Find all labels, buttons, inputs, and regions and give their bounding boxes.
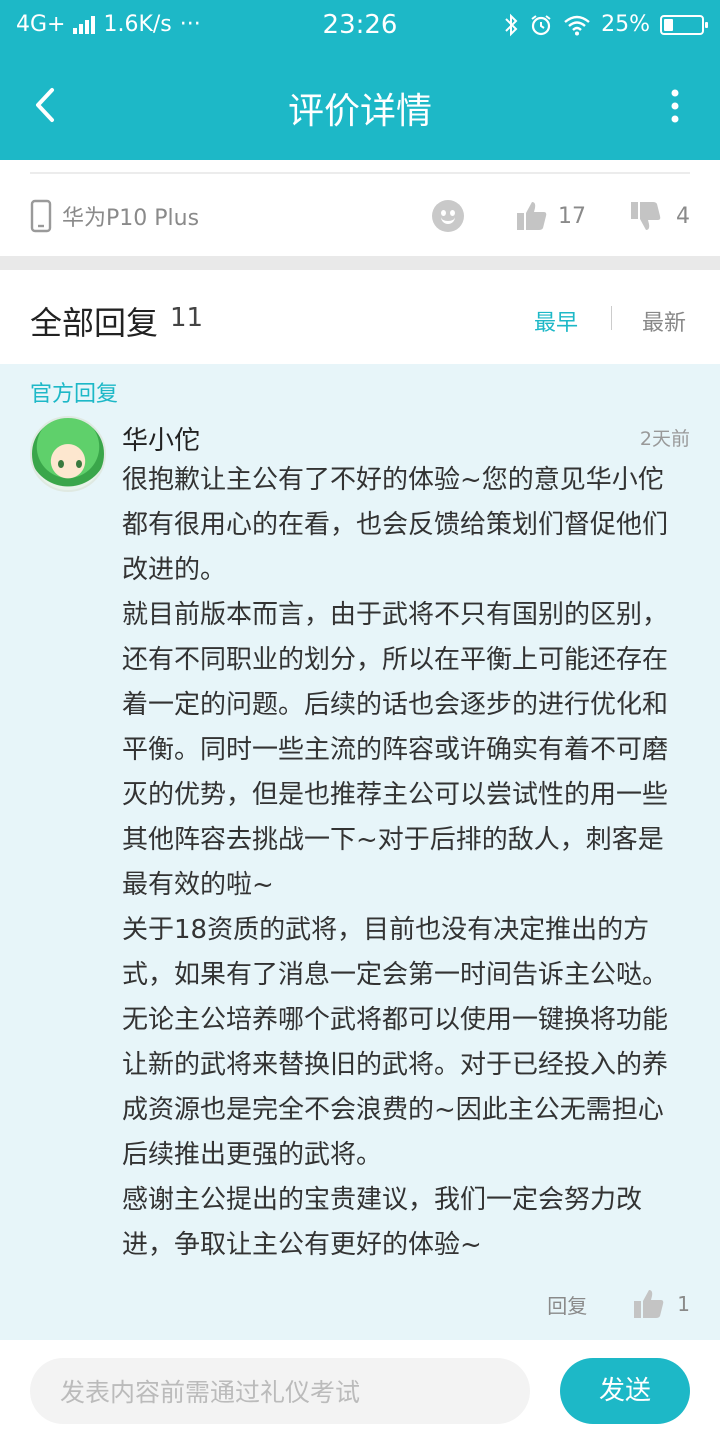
reply-button[interactable]: 回复 (547, 1290, 587, 1319)
official-reply: 官方回复 华小佗 2天前 很抱歉让主公有了不好的体验~您的意见华小佗都有很用心的… (0, 364, 720, 1340)
phone-icon (30, 199, 52, 233)
page-title: 评价详情 (287, 91, 432, 132)
device-name: 华为P10 Plus (62, 206, 200, 231)
comment-input[interactable]: 发表内容前需通过礼仪考试 (30, 1358, 530, 1424)
reply-like-button[interactable]: 1 (633, 1288, 690, 1320)
divider (30, 172, 690, 174)
composer-bar: 发表内容前需通过礼仪考试 发送 (0, 1340, 720, 1440)
send-button[interactable]: 发送 (560, 1358, 690, 1424)
replies-header: 全部回复 11 最早 最新 (0, 270, 720, 364)
bluetooth-icon (505, 13, 518, 36)
reply-actions: 回复 1 (547, 1288, 690, 1320)
sort-divider (611, 306, 612, 330)
thumbs-down-icon (631, 202, 661, 230)
reaction-group: 17 4 (432, 200, 690, 232)
section-gap (0, 256, 720, 270)
thumbs-up-icon (517, 202, 547, 230)
replies-count: 11 (170, 303, 204, 333)
reply-body: 很抱歉让主公有了不好的体验~您的意见华小佗都有很用心的在看，也会反馈给策划们督促… (122, 458, 688, 1268)
battery-icon (660, 14, 708, 35)
replies-title: 全部回复 (30, 304, 159, 342)
alarm-icon (531, 14, 551, 35)
wifi-icon (564, 15, 590, 35)
avatar[interactable] (30, 416, 106, 492)
reply-time: 2天前 (639, 428, 690, 450)
sort-earliest-tab[interactable]: 最早 (534, 305, 578, 337)
reply-paragraph: 就目前版本而言，由于武将不只有国别的区别，还有不同职业的划分，所以在平衡上可能还… (122, 600, 669, 900)
dislike-count: 4 (676, 203, 690, 229)
more-vertical-icon[interactable] (660, 78, 690, 132)
thumbs-up-icon (634, 1290, 664, 1318)
sort-latest-tab[interactable]: 最新 (642, 305, 686, 337)
dislike-button[interactable]: 4 (630, 200, 690, 232)
review-meta-card: 华为P10 Plus 17 4 (0, 160, 720, 256)
app-header: 4G+ 1.6K/s ··· 23:26 25% 评价详情 (0, 0, 720, 160)
reply-paragraph: 很抱歉让主公有了不好的体验~您的意见华小佗都有很用心的在看，也会反馈给策划们督促… (122, 465, 669, 585)
status-bar: 4G+ 1.6K/s ··· 23:26 25% (0, 0, 720, 50)
review-meta-row: 华为P10 Plus 17 4 (30, 196, 690, 236)
reply-paragraph: 感谢主公提出的宝贵建议，我们一定会努力改进，争取让主公有更好的体验~ (122, 1185, 643, 1260)
reply-paragraph: 关于18资质的武将，目前也没有决定推出的方式，如果有了消息一定会第一时间告诉主公… (122, 915, 669, 1170)
battery-percent: 25% (601, 12, 650, 37)
status-right: 25% (503, 12, 708, 37)
like-count: 17 (558, 203, 586, 229)
reply-like-count: 1 (677, 1292, 690, 1316)
like-button[interactable]: 17 (516, 200, 586, 232)
emoji-icon[interactable] (432, 200, 464, 232)
reply-author[interactable]: 华小佗 (122, 420, 200, 457)
official-reply-label: 官方回复 (30, 382, 119, 407)
nav-bar: 评价详情 (0, 60, 720, 150)
